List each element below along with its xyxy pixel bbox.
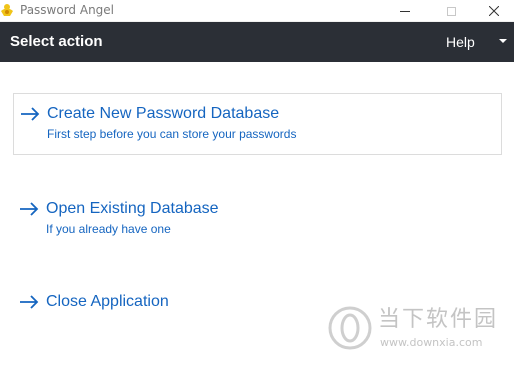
help-menu-button[interactable]: Help: [436, 30, 512, 54]
header-bar: Select action Help: [0, 22, 514, 62]
action-title: Create New Password Database: [47, 105, 280, 122]
app-icon: [1, 4, 13, 16]
arrow-right-icon: [20, 202, 39, 216]
maximize-icon: [446, 6, 456, 16]
arrow-right-icon: [20, 295, 39, 309]
close-window-button[interactable]: [474, 0, 514, 22]
close-application-action[interactable]: Close Application: [13, 282, 502, 344]
close-icon: [489, 6, 499, 16]
action-subtitle: If you already have one: [46, 222, 171, 236]
action-subtitle: First step before you can store your pas…: [47, 127, 297, 141]
open-database-action[interactable]: Open Existing Database If you already ha…: [13, 189, 502, 251]
help-label: Help: [446, 34, 475, 50]
window-titlebar: Password Angel: [0, 0, 514, 22]
maximize-button[interactable]: [428, 0, 474, 22]
action-title: Close Application: [46, 293, 169, 310]
create-database-action[interactable]: Create New Password Database First step …: [13, 93, 502, 155]
chevron-down-icon: [499, 39, 507, 43]
page-title: Select action: [10, 33, 103, 50]
arrow-right-icon: [21, 107, 40, 121]
action-title: Open Existing Database: [46, 200, 219, 217]
minimize-button[interactable]: [382, 0, 428, 22]
window-title: Password Angel: [20, 3, 115, 17]
minimize-icon: [400, 10, 410, 12]
